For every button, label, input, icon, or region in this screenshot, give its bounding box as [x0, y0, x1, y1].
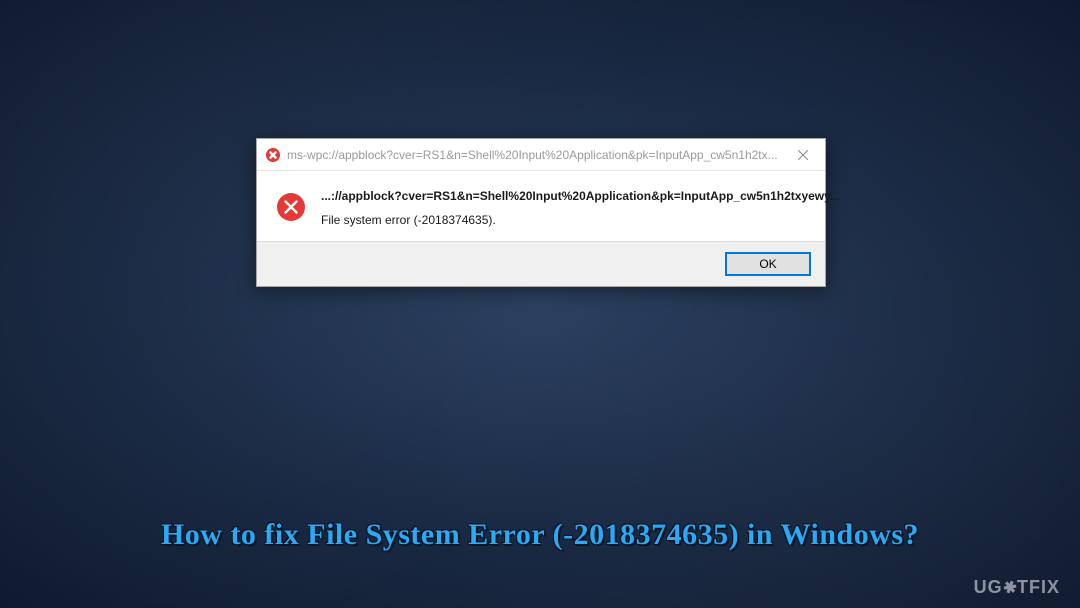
error-dialog: ms-wpc://appblock?cver=RS1&n=Shell%20Inp… [256, 138, 826, 287]
error-icon-small [265, 147, 281, 163]
message-primary: ...://appblock?cver=RS1&n=Shell%20Input%… [321, 189, 840, 203]
message-secondary: File system error (-2018374635). [321, 213, 840, 227]
error-icon [275, 191, 307, 223]
page-caption: How to fix File System Error (-201837463… [0, 518, 1080, 552]
close-button[interactable] [780, 140, 825, 170]
dialog-body: ...://appblock?cver=RS1&n=Shell%20Input%… [257, 171, 825, 241]
titlebar: ms-wpc://appblock?cver=RS1&n=Shell%20Inp… [257, 139, 825, 171]
watermark-logo: UG✱TFIX [974, 577, 1060, 598]
titlebar-text: ms-wpc://appblock?cver=RS1&n=Shell%20Inp… [287, 148, 780, 162]
dialog-footer: OK [257, 241, 825, 286]
ok-button[interactable]: OK [725, 252, 811, 276]
message-column: ...://appblock?cver=RS1&n=Shell%20Input%… [321, 189, 840, 227]
